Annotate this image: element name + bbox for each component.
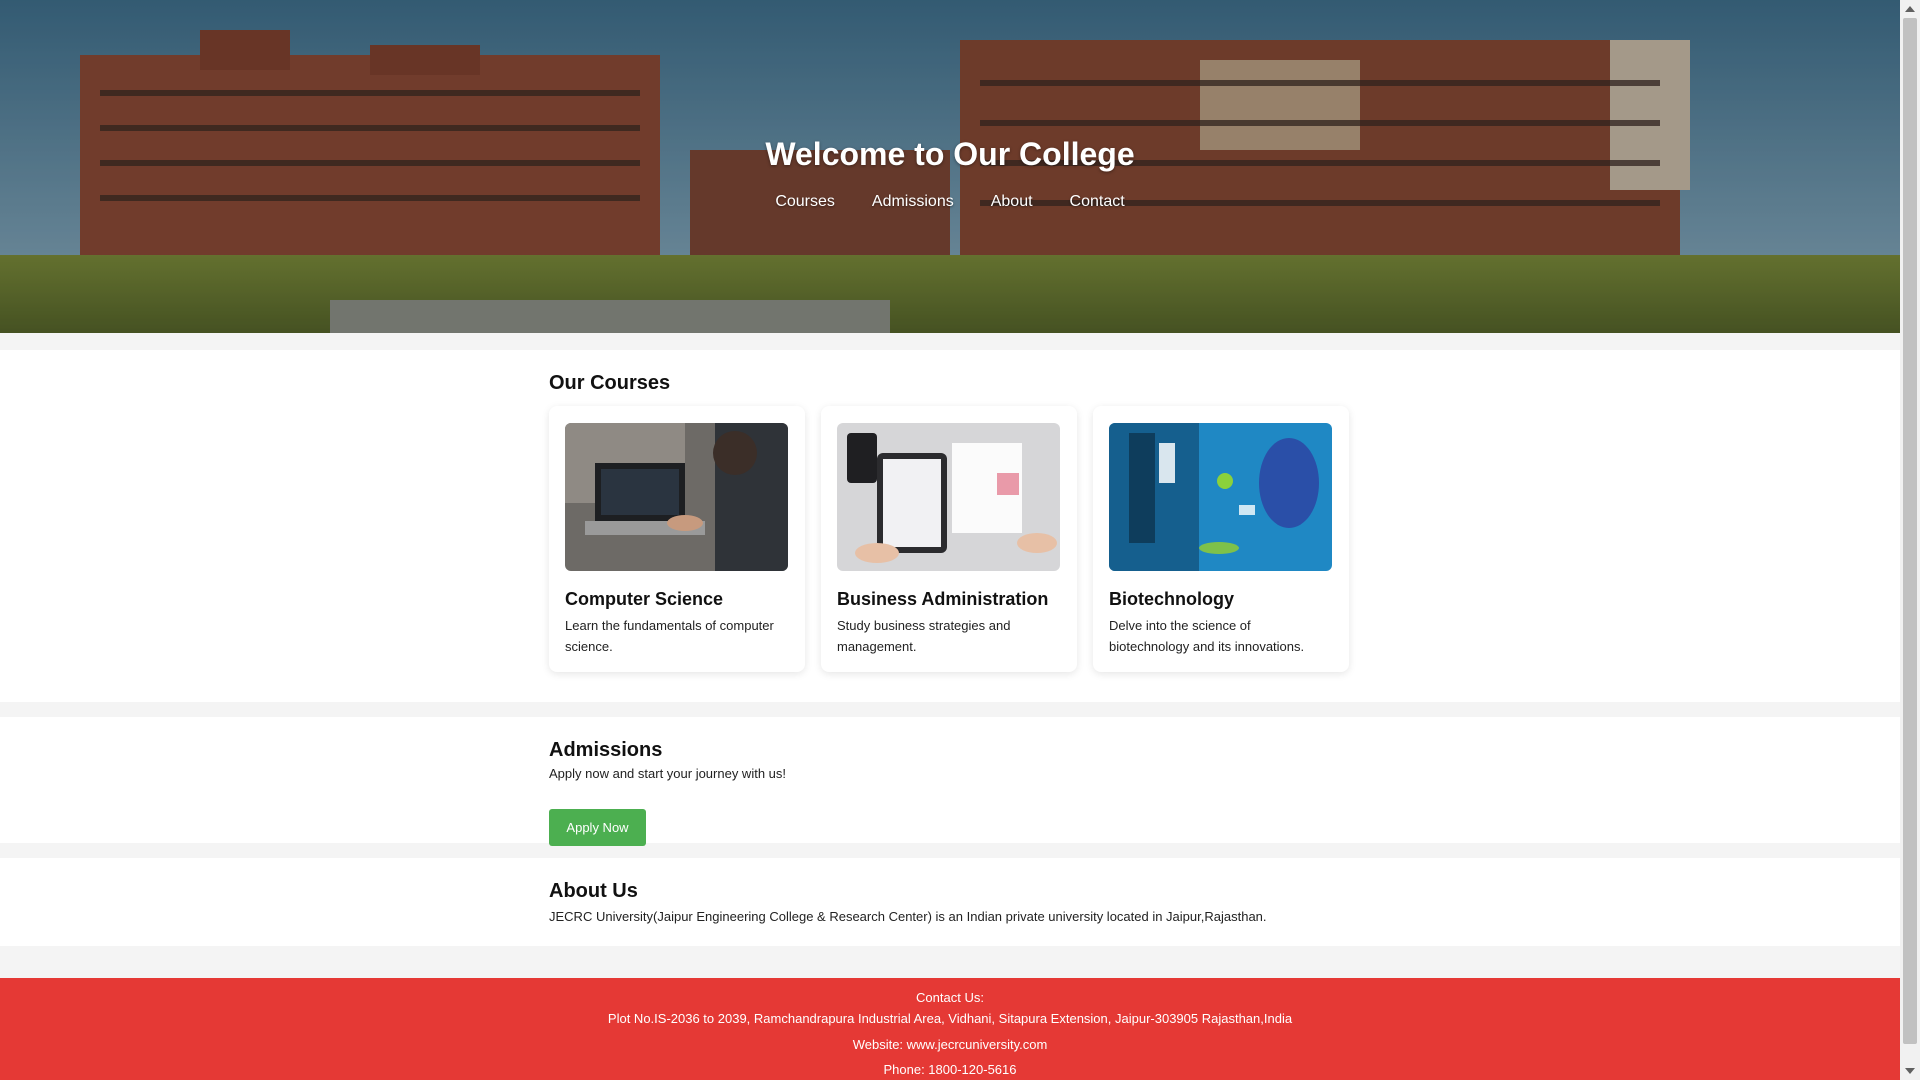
business-administration-image (837, 423, 1060, 571)
course-title: Biotechnology (1109, 589, 1234, 609)
vertical-scrollbar[interactable] (1900, 0, 1920, 1080)
contact-website: Website: www.jecrcuniversity.com (852, 1037, 1048, 1052)
about-title: About Us (549, 880, 638, 902)
nav-link-contact[interactable]: Contact (1070, 193, 1125, 211)
hero-banner: Welcome to Our College Courses Admission… (0, 0, 1900, 333)
course-description: Learn the fundamentals of computer scien… (565, 618, 774, 654)
admissions-description: Apply now and start your journey with us… (549, 766, 787, 781)
courses-title: Our Courses (549, 372, 671, 394)
scroll-down-arrow-icon[interactable] (1905, 1068, 1915, 1074)
course-title: Computer Science (565, 589, 724, 609)
apply-now-button[interactable]: Apply Now (549, 809, 646, 846)
course-card-business-administration: Business Administration Study business s… (821, 406, 1077, 672)
nav-link-about[interactable]: About (991, 193, 1033, 211)
biotechnology-image (1109, 423, 1332, 571)
nav-link-courses[interactable]: Courses (775, 193, 835, 211)
contact-address: Plot No.IS-2036 to 2039, Ramchandrapura … (607, 1011, 1293, 1026)
computer-science-image (565, 423, 788, 571)
course-card-biotechnology: Biotechnology Delve into the science of … (1093, 406, 1349, 672)
admissions-section: Admissions Apply now and start your jour… (0, 717, 1900, 846)
admissions-title: Admissions (549, 739, 663, 761)
scroll-up-arrow-icon[interactable] (1905, 6, 1915, 12)
course-card-computer-science: Computer Science Learn the fundamentals … (549, 406, 805, 672)
course-description: Delve into the science of biotechnology … (1109, 618, 1305, 654)
course-title: Business Administration (837, 589, 1049, 609)
main-nav: Courses Admissions About Contact (0, 193, 1900, 211)
hero-title: Welcome to Our College (765, 136, 1135, 172)
contact-phone: Phone: 1800-120-5616 (883, 1062, 1017, 1077)
course-cards: Computer Science Learn the fundamentals … (549, 406, 1349, 672)
about-section: About Us JECRC University(Jaipur Enginee… (0, 858, 1900, 946)
about-description: JECRC University(Jaipur Engineering Coll… (549, 909, 1267, 924)
page: Welcome to Our College Courses Admission… (0, 0, 1900, 1080)
courses-section: Our Courses Computer Science Learn the f… (0, 350, 1900, 702)
nav-link-admissions[interactable]: Admissions (872, 193, 954, 211)
course-description: Study business strategies and management… (837, 618, 1011, 654)
scrollbar-thumb[interactable] (1903, 18, 1917, 1044)
contact-footer: Contact Us: Plot No.IS-2036 to 2039, Ram… (0, 978, 1900, 1080)
contact-heading: Contact Us: (916, 990, 984, 1005)
